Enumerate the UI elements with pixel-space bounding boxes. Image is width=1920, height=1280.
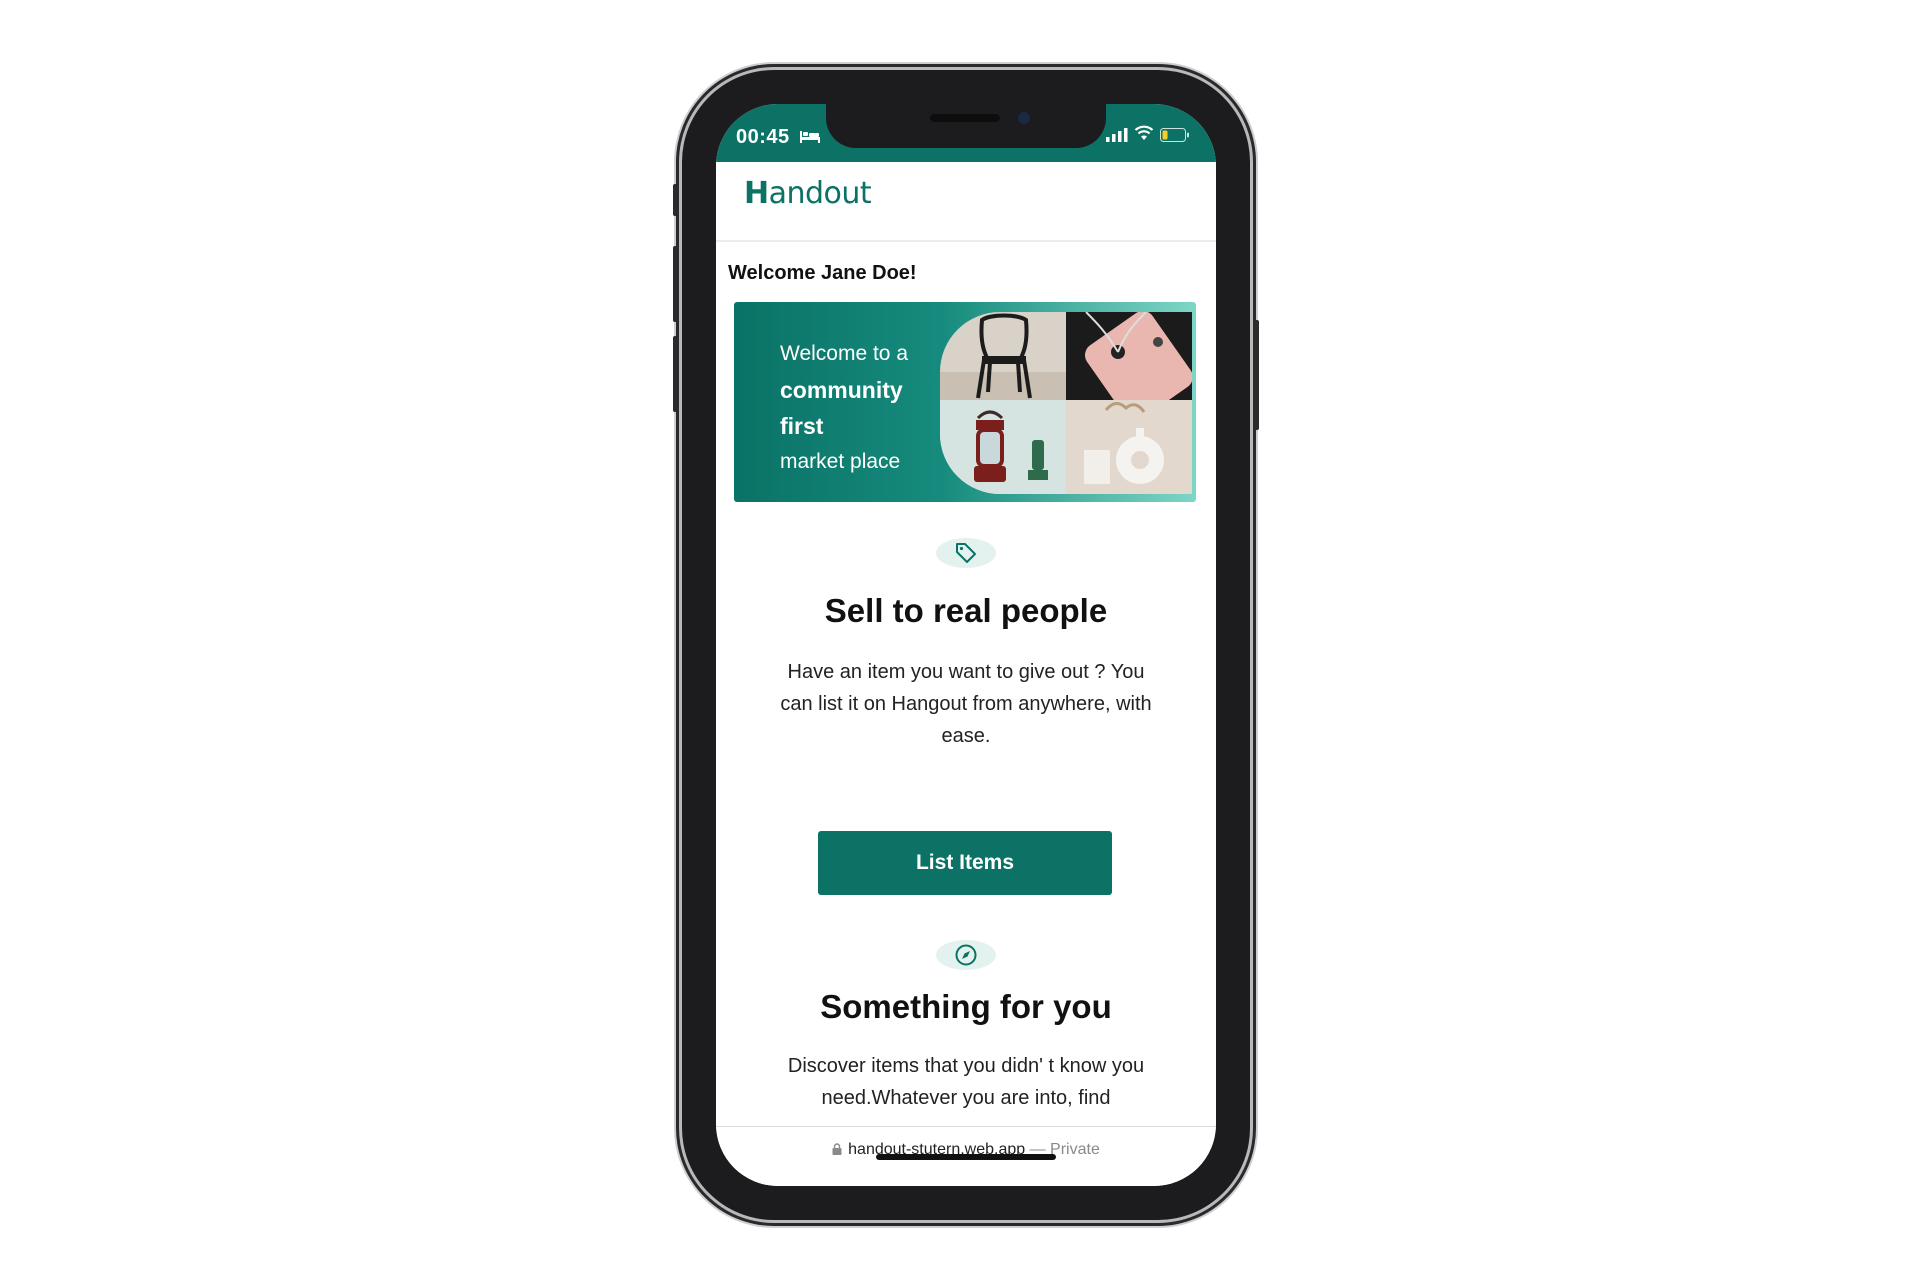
handout-logo[interactable]: Handout: [744, 176, 872, 211]
hero-banner: Welcome to a community first market plac…: [734, 302, 1196, 502]
phone-frame: 00:45 Handout Welcome Jane Doe! Welcome …: [673, 70, 1259, 1220]
bed-icon: [800, 131, 820, 143]
hero-line-4: market place: [780, 450, 901, 473]
compass-icon: [936, 940, 996, 970]
sell-title: Sell to real people: [824, 592, 1108, 629]
hero-line-3: first: [780, 413, 824, 439]
hero-text: Welcome to a community first market plac…: [780, 336, 908, 480]
status-bar: 00:45: [716, 104, 1216, 162]
volume-up-button: [673, 246, 679, 322]
discover-title: Something for you: [820, 988, 1112, 1025]
list-items-button[interactable]: List Items: [818, 831, 1112, 895]
speaker: [930, 114, 1000, 122]
signal-icon: [1106, 128, 1128, 142]
chair-photo: [940, 312, 1066, 400]
sell-description: Have an item you want to give out ? You …: [780, 661, 1152, 747]
hero-line-1: Welcome to a: [780, 342, 908, 365]
logo-rest: andout: [768, 176, 872, 211]
wifi-icon: [1134, 125, 1154, 140]
hero-line-2: community: [780, 377, 903, 403]
app-header: Handout: [716, 162, 1216, 242]
volume-down-button: [673, 336, 679, 412]
private-label: Private: [1050, 1141, 1100, 1158]
lock-icon: [832, 1143, 842, 1155]
discover-description: Discover items that you didn' t know you…: [787, 1055, 1145, 1109]
vase-photo: [1066, 400, 1192, 494]
tag-icon: [936, 538, 996, 568]
welcome-message: Welcome Jane Doe!: [728, 262, 917, 284]
camera: [1018, 112, 1030, 124]
phone-screen: 00:45 Handout Welcome Jane Doe! Welcome …: [716, 104, 1216, 1186]
battery-icon: [1160, 128, 1189, 142]
notch: [826, 104, 1106, 148]
mute-switch: [673, 184, 679, 216]
lantern-photo: [940, 400, 1066, 494]
phone-photo: [1066, 312, 1192, 400]
power-button: [1253, 320, 1259, 430]
home-indicator[interactable]: [876, 1154, 1056, 1160]
logo-initial: H: [744, 176, 769, 211]
status-time: 00:45: [736, 126, 790, 148]
